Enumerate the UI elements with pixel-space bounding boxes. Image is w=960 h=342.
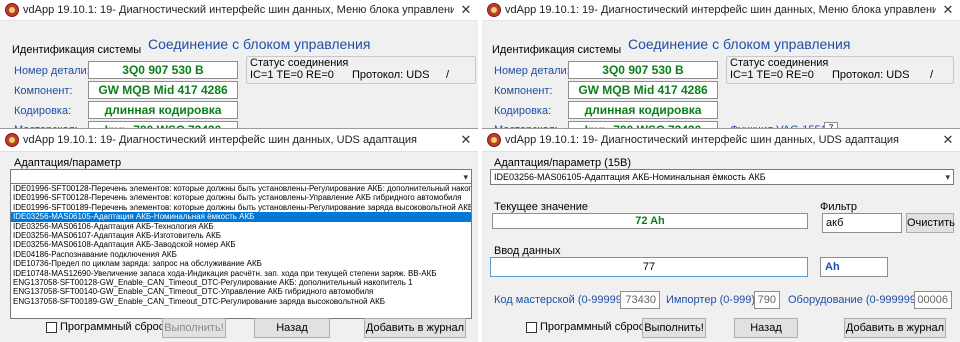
uds-adaptation-dialog: vdApp 19.10.1: 19- Диагностический интер…: [482, 128, 960, 342]
app-icon: [487, 3, 501, 17]
protocol-label: Протокол: UDS: [832, 69, 910, 81]
part-number-field: 3Q0 907 530 B: [88, 61, 238, 79]
right-window: vdApp 19.10.1: 19- Диагностический интер…: [482, 0, 960, 342]
reset-label: Программный сброс: [540, 321, 645, 333]
equipment-field[interactable]: 00006: [914, 291, 952, 309]
system-id-label: Идентификация системы: [12, 44, 142, 56]
list-item[interactable]: IDE03256-MAS06108-Адаптация АКБ-Заводско…: [11, 240, 471, 249]
workshop-code-label: Код мастерской (0-99999):: [494, 294, 629, 306]
coding-field[interactable]: длинная кодировка: [568, 101, 718, 119]
component-field: GW MQB Mid 417 4286: [88, 81, 238, 99]
param-combo-value: IDE03256-MAS06105-Адаптация АКБ-Номиналь…: [494, 172, 766, 182]
component-label: Компонент:: [494, 85, 553, 97]
coding-label: Кодировка:: [14, 105, 72, 117]
coding-label: Кодировка:: [494, 105, 552, 117]
filter-label: Фильтр: [820, 201, 857, 213]
coding-field[interactable]: длинная кодировка: [88, 101, 238, 119]
data-input[interactable]: 77: [490, 257, 808, 277]
window-title: vdApp 19.10.1: 19- Диагностический интер…: [505, 4, 936, 16]
left-window: vdApp 19.10.1: 19- Диагностический интер…: [0, 0, 478, 342]
part-number-label: Номер детали:: [14, 65, 90, 77]
reset-label: Программный сброс: [60, 321, 165, 333]
unit-field: Ah: [820, 257, 888, 277]
list-item[interactable]: IDE03256-MAS06107-Адаптация АКБ-Изготови…: [11, 231, 471, 240]
importer-label: Импортер (0-999):: [666, 294, 759, 306]
current-value-field: 72 Ah: [492, 213, 808, 229]
close-icon[interactable]: ✕: [454, 2, 478, 18]
protocol-label: Протокол: UDS: [352, 69, 430, 81]
dialog-close-icon[interactable]: ✕: [454, 132, 478, 148]
app-icon: [5, 3, 19, 17]
equipment-label: Оборудование (0-999999):: [788, 294, 923, 306]
connection-status-value: IC=1 TE=0 RE=0: [730, 69, 814, 81]
list-item[interactable]: IDE03256-MAS06105-Адаптация АКБ-Номиналь…: [11, 212, 471, 222]
filter-input[interactable]: акб: [822, 213, 902, 233]
chevron-down-icon[interactable]: ▾: [945, 170, 950, 184]
uds-adaptation-dialog: vdApp 19.10.1: 19- Диагностический интер…: [0, 128, 478, 342]
param-label: Адаптация/параметр: [14, 157, 122, 169]
reset-checkbox[interactable]: [526, 322, 537, 333]
input-data-label: Ввод данных: [494, 245, 561, 257]
execute-button[interactable]: Выполнить!: [162, 318, 226, 338]
connection-status-label: Статус соединения: [730, 57, 829, 69]
list-item[interactable]: IDE04186-Распознавание подключения АКБ: [11, 250, 471, 259]
importer-field[interactable]: 790: [754, 291, 780, 309]
execute-button[interactable]: Выполнить!: [642, 318, 706, 338]
part-number-label: Номер детали:: [494, 65, 570, 77]
title-bar[interactable]: vdApp 19.10.1: 19- Диагностический интер…: [482, 0, 960, 21]
connection-status-value: IC=1 TE=0 RE=0: [250, 69, 334, 81]
dialog-close-icon[interactable]: ✕: [936, 132, 960, 148]
dialog-title-bar[interactable]: vdApp 19.10.1: 19- Диагностический интер…: [0, 129, 478, 152]
protocol-slash: /: [930, 69, 934, 81]
protocol-slash: /: [446, 69, 450, 81]
component-label: Компонент:: [14, 85, 73, 97]
chevron-down-icon[interactable]: ▾: [463, 170, 468, 184]
workshop-code-field[interactable]: 73430: [620, 291, 660, 309]
dialog-title-bar[interactable]: vdApp 19.10.1: 19- Диагностический интер…: [482, 129, 960, 152]
list-item[interactable]: IDE10736-Предел по циклам заряда: запрос…: [11, 259, 471, 268]
back-button[interactable]: Назад: [254, 318, 330, 338]
dialog-title: vdApp 19.10.1: 19- Диагностический интер…: [505, 134, 899, 146]
list-item[interactable]: ENG137058-SFT00189-GW_Enable_CAN_Timeout…: [11, 297, 471, 306]
close-icon[interactable]: ✕: [936, 2, 960, 18]
list-item[interactable]: IDE01996-SFT00189-Перечень элементов: ко…: [11, 203, 471, 212]
list-item[interactable]: IDE01996-SFT00128-Перечень элементов: ко…: [11, 184, 471, 193]
window-title: vdApp 19.10.1: 19- Диагностический интер…: [23, 4, 454, 16]
param-list[interactable]: IDE01996-SFT00128-Перечень элементов: ко…: [10, 183, 472, 319]
dialog-app-icon: [5, 133, 19, 147]
system-id-label: Идентификация системы: [492, 44, 622, 56]
param-combo[interactable]: IDE03256-MAS06105-Адаптация АКБ-Номиналь…: [490, 169, 954, 185]
connection-header: Соединение с блоком управления: [148, 36, 371, 52]
list-item[interactable]: IDE01996-SFT00128-Перечень элементов: ко…: [11, 193, 471, 202]
part-number-field: 3Q0 907 530 B: [568, 61, 718, 79]
list-item[interactable]: IDE03256-MAS06106-Адаптация АКБ-Технолог…: [11, 222, 471, 231]
param-label: Адаптация/параметр (15В): [494, 157, 632, 169]
add-to-log-button[interactable]: Добавить в журнал: [844, 318, 946, 338]
reset-checkbox[interactable]: [46, 322, 57, 333]
connection-header: Соединение с блоком управления: [628, 36, 851, 52]
current-value-label: Текущее значение: [494, 201, 589, 213]
clear-button[interactable]: Очистить: [906, 213, 955, 233]
connection-status-label: Статус соединения: [250, 57, 349, 69]
dialog-title: vdApp 19.10.1: 19- Диагностический интер…: [23, 134, 417, 146]
component-field: GW MQB Mid 417 4286: [568, 81, 718, 99]
list-item[interactable]: IDE10748-MAS12690-Увеличение запаса хода…: [11, 269, 471, 278]
back-button[interactable]: Назад: [734, 318, 798, 338]
list-item[interactable]: ENG137058-SFT00128-GW_Enable_CAN_Timeout…: [11, 278, 471, 287]
list-item[interactable]: ENG137058-SFT00140-GW_Enable_CAN_Timeout…: [11, 287, 471, 296]
add-to-log-button[interactable]: Добавить в журнал: [364, 318, 466, 338]
dialog-app-icon: [487, 133, 501, 147]
title-bar[interactable]: vdApp 19.10.1: 19- Диагностический интер…: [0, 0, 478, 21]
